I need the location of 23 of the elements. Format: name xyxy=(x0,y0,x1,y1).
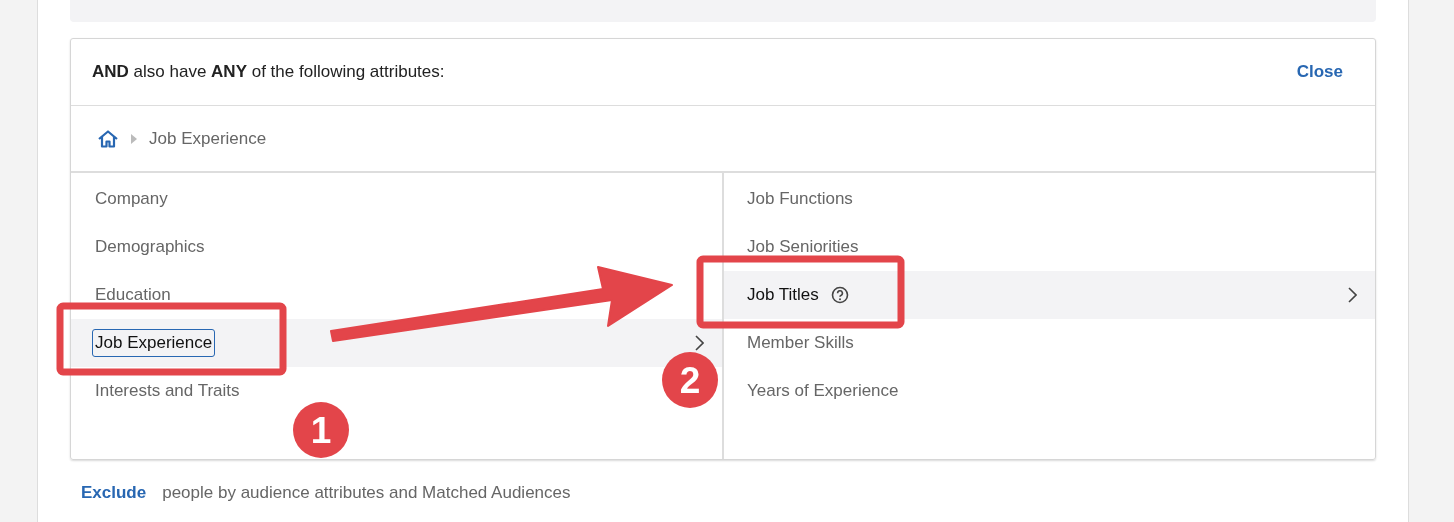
subcategory-item[interactable]: Job Functions xyxy=(724,175,1375,223)
breadcrumb-item: Job Experience xyxy=(149,128,267,149)
category-item[interactable]: Company xyxy=(92,185,171,213)
category-item[interactable]: Demographics xyxy=(92,233,208,261)
category-item[interactable]: Interests and Traits xyxy=(92,377,243,405)
subcategory-item[interactable]: Years of Experience xyxy=(724,367,1375,415)
chevron-icon xyxy=(1348,287,1357,303)
breadcrumb-separator-icon xyxy=(131,133,137,144)
help-icon[interactable] xyxy=(830,286,849,304)
exclude-description: people by audience attributes and Matched Audiences xyxy=(162,483,571,503)
subcategory-item[interactable]: Job Titles xyxy=(724,271,1375,319)
exclude-link[interactable]: Exclude xyxy=(81,483,147,503)
attributes-heading: AND also have ANY of the following attributes: xyxy=(92,62,445,82)
step-badge: 1 xyxy=(293,402,349,458)
category-item[interactable]: Education xyxy=(92,281,174,309)
subcategory-item[interactable]: Member Skills xyxy=(724,319,1375,367)
subcategory-item[interactable]: Job Seniorities xyxy=(724,223,1375,271)
category-item[interactable]: Job Experience xyxy=(92,329,216,357)
selected-row[interactable]: Job Experience xyxy=(71,319,722,367)
close-link[interactable]: Close xyxy=(1296,62,1343,82)
chevron-icon xyxy=(695,335,704,351)
home-icon[interactable] xyxy=(97,129,119,148)
step-badge: 2 xyxy=(662,352,718,408)
